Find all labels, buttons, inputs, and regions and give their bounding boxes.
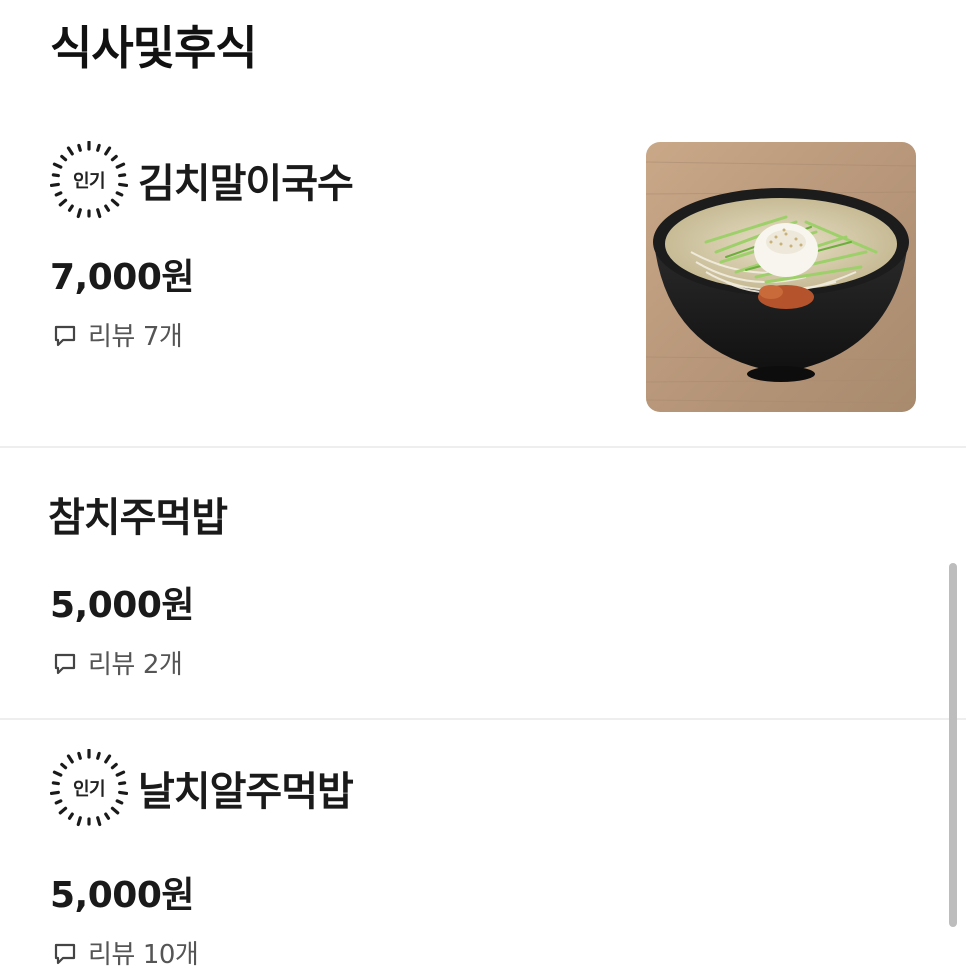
item-review-count[interactable]: 리뷰 10개 [52,934,199,971]
item-name: 김치말이국수 [138,161,354,207]
menu-item-kimchi-noodles[interactable]: 인기 김치말이국수 7,000원 리뷰 7개 [0,130,966,446]
chat-bubble-icon [54,943,76,964]
chat-bubble-icon [54,325,76,346]
chat-bubble-icon [54,653,76,674]
menu-item-flying-fish-roe-rice-ball[interactable]: 인기 날치알주먹밥 5,000원 리뷰 10개 [0,720,966,977]
review-label: 리뷰 [88,940,135,970]
popular-badge: 인기 [50,141,128,219]
section-title: 식사및후식 [50,21,258,75]
item-name: 날치알주먹밥 [138,769,354,815]
popular-badge: 인기 [50,749,128,827]
item-review-count[interactable]: 리뷰 7개 [52,316,183,353]
popular-badge-label: 인기 [72,779,106,800]
item-name-row: 인기 김치말이국수 [50,140,354,220]
review-count: 10개 [142,940,199,970]
review-label: 리뷰 [88,322,135,352]
noodle-bowl-image [646,142,916,412]
review-count: 2개 [142,650,183,680]
review-count: 7개 [142,322,183,352]
item-price: 5,000원 [50,875,195,916]
review-label: 리뷰 [88,650,135,680]
item-price: 7,000원 [50,257,195,298]
item-review-count[interactable]: 리뷰 2개 [52,644,183,681]
item-name-row: 참치주먹밥 [48,474,228,554]
item-photo[interactable] [646,142,916,412]
item-name: 참치주먹밥 [48,495,228,541]
item-name-row: 인기 날치알주먹밥 [50,748,354,828]
menu-section: 식사및후식 인기 김치말이국수 7,000원 리뷰 7개 참치주먹밥 5,000… [0,0,966,977]
scrollbar[interactable] [949,563,957,927]
item-price: 5,000원 [50,585,195,626]
menu-item-tuna-rice-ball[interactable]: 참치주먹밥 5,000원 리뷰 2개 [0,448,966,718]
popular-badge-label: 인기 [72,171,106,192]
